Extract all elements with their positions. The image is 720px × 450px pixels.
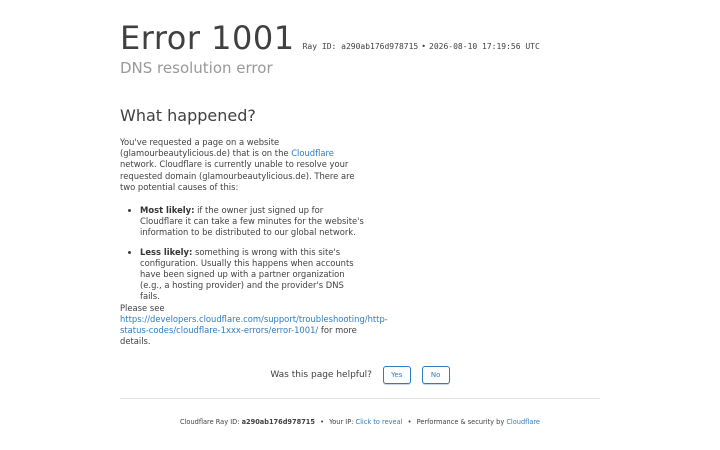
feedback-question: Was this page helpful? (270, 370, 372, 380)
intro-text-1: You've requested a page on a website (gl… (120, 137, 292, 159)
separator: • (421, 42, 427, 51)
footer-separator: • (407, 418, 412, 426)
footer-ray-prefix: Cloudflare Ray ID: (180, 418, 242, 426)
footer-separator: • (320, 418, 324, 426)
intro-paragraph: You've requested a page on a website (gl… (120, 137, 365, 193)
footer-perf-prefix: Performance & security by (416, 418, 507, 426)
timestamp: 2026-08-10 17:19:56 UTC (429, 42, 540, 51)
feedback-bar: Was this page helpful? Yes No (0, 366, 720, 384)
cause-label: Less likely: (140, 246, 193, 257)
list-item: Most likely: if the owner just signed up… (140, 205, 365, 239)
footer: Cloudflare Ray ID: a290ab176d978715 • Yo… (0, 418, 720, 426)
footer-ray-id: a290ab176d978715 (241, 418, 315, 426)
footer-ip-prefix: Your IP: (329, 418, 356, 426)
intro-text-2: network. Cloudflare is currently unable … (120, 159, 355, 192)
error-title: Error 1001 (120, 19, 295, 57)
footer-divider (120, 398, 600, 399)
see-more-paragraph: Please see https://developers.cloudflare… (120, 302, 388, 348)
what-happened-section: What happened? You've requested a page o… (120, 105, 388, 348)
error-page: Error 1001 Ray ID: a290ab176d978715 • 2026… (0, 0, 720, 450)
reveal-ip-link[interactable]: Click to reveal (356, 418, 403, 426)
causes-list: Most likely: if the owner just signed up… (120, 205, 365, 303)
no-button[interactable]: No (421, 366, 450, 384)
see-prefix: Please see (120, 302, 165, 313)
error-header: Error 1001 Ray ID: a290ab176d978715 • 2026… (120, 18, 680, 78)
cause-label: Most likely: (140, 205, 195, 216)
section-heading: What happened? (120, 106, 256, 125)
ray-meta: Ray ID: a290ab176d978715 • 2026-08-10 17:1… (303, 42, 540, 51)
cloudflare-link[interactable]: Cloudflare (291, 148, 334, 158)
title-row: Error 1001 Ray ID: a290ab176d978715 • 2026… (120, 18, 680, 58)
yes-button[interactable]: Yes (382, 366, 411, 384)
ray-id-label: Ray ID: a290ab176d978715 (302, 42, 419, 51)
list-item: Less likely: something is wrong with thi… (140, 247, 365, 303)
error-subtitle: DNS resolution error (120, 59, 273, 77)
footer-cloudflare-link[interactable]: Cloudflare (506, 418, 540, 426)
